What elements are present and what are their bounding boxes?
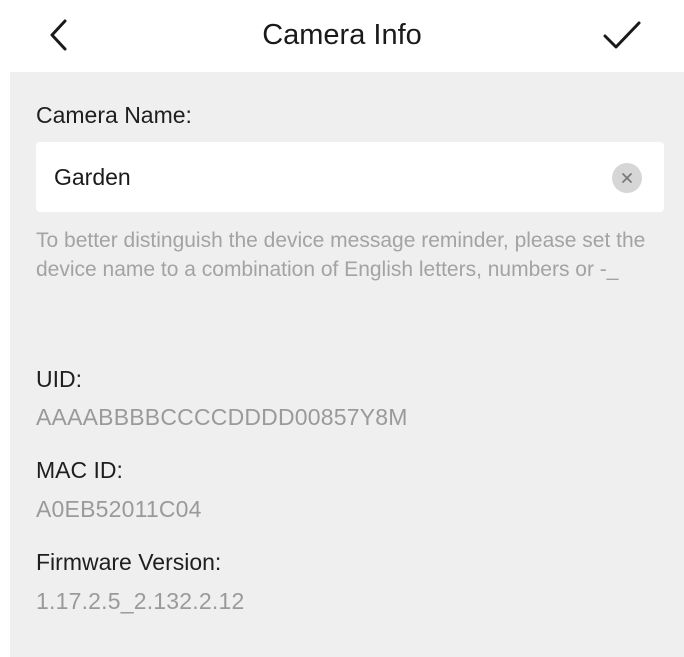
uid-value: AAAABBBBCCCCDDDD00857Y8M [36, 404, 408, 430]
checkmark-icon [603, 21, 641, 49]
back-button[interactable] [34, 10, 84, 60]
chevron-left-icon [50, 19, 67, 51]
camera-info-panel: Camera Name: To better distinguish the d… [10, 72, 684, 657]
camera-name-input[interactable] [54, 142, 594, 212]
firmware-version-label: Firmware Version: [36, 549, 222, 575]
page-title: Camera Info [262, 19, 422, 51]
mac-id-value: A0EB52011C04 [36, 496, 202, 522]
uid-label: UID: [36, 366, 82, 392]
camera-name-label: Camera Name: [36, 102, 192, 128]
camera-name-hint: To better distinguish the device message… [36, 229, 646, 281]
navigation-bar: Camera Info [0, 0, 684, 72]
firmware-version-value: 1.17.2.5_2.132.2.12 [36, 588, 245, 614]
confirm-button[interactable] [594, 10, 650, 60]
camera-name-field[interactable] [36, 142, 664, 212]
mac-id-label: MAC ID: [36, 457, 123, 483]
clear-x-icon [622, 173, 632, 183]
clear-button[interactable] [612, 163, 642, 193]
camera-info-screen: Camera Info Camera Name: To better disti… [0, 0, 684, 657]
